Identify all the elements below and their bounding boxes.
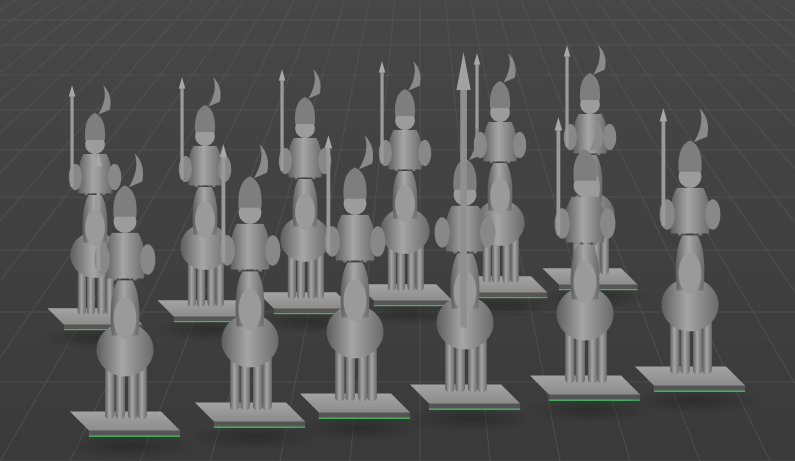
rider-arm [480, 217, 496, 248]
miniature-base [409, 384, 521, 404]
rider-torso [669, 187, 711, 234]
rider-torso [287, 138, 323, 178]
sword [280, 80, 284, 171]
3d-viewport[interactable] [0, 0, 795, 461]
horse-head [85, 209, 105, 246]
sword [221, 157, 226, 262]
rider-torso [482, 122, 518, 162]
rider-torso [187, 146, 223, 186]
sword [96, 166, 101, 271]
sword [661, 121, 666, 226]
horse-head [395, 185, 415, 222]
miniature-base [69, 411, 181, 431]
rider-torso [387, 130, 423, 170]
miniature-base-side [548, 394, 641, 401]
horse-head [343, 279, 367, 322]
rider-arm [140, 244, 156, 275]
horse-head [238, 288, 262, 331]
sword [70, 96, 74, 187]
rider-torso [229, 223, 271, 270]
miniature-base-side [318, 412, 411, 419]
miniature-base-side [428, 403, 521, 410]
miniature-base-side [468, 292, 548, 298]
sword [326, 148, 331, 253]
miniature-base [634, 366, 746, 386]
horse-head [678, 252, 702, 295]
horse-head [195, 201, 215, 238]
sword [556, 130, 561, 235]
rider-arm [705, 199, 721, 230]
horse-head [113, 297, 137, 340]
horse-head [490, 177, 510, 214]
sword [380, 72, 384, 163]
miniature-base-side [373, 300, 453, 306]
rider-arm [108, 163, 122, 191]
rider-torso [564, 196, 606, 243]
sword [565, 56, 569, 147]
rider-arm [418, 139, 432, 167]
miniature-base-side [653, 385, 746, 392]
miniature-base [194, 402, 306, 422]
viewport-canvas[interactable] [0, 0, 795, 461]
rider-torso [77, 154, 113, 194]
miniature-base-side [213, 421, 306, 428]
rider-torso [104, 232, 146, 279]
sword [180, 88, 184, 179]
rider-arm [513, 131, 527, 159]
horse-head [295, 193, 315, 230]
rider-arm [265, 235, 281, 266]
rider-arm [603, 123, 617, 151]
lance [460, 89, 467, 328]
rider-arm [370, 226, 386, 257]
rider-torso [334, 214, 376, 261]
rider-arm [434, 217, 450, 248]
miniature-base-side [88, 430, 181, 437]
horse-head [573, 261, 597, 304]
rider-arm [600, 208, 616, 239]
